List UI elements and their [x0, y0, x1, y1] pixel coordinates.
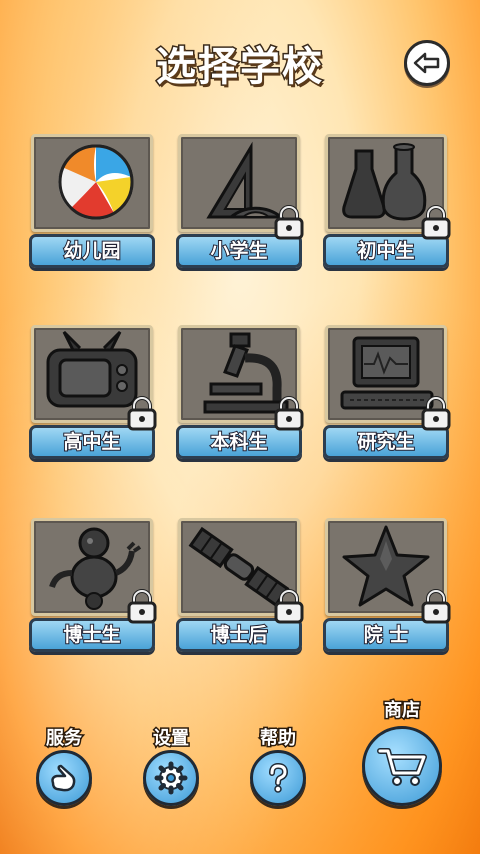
hand-pointer-icon: [51, 764, 76, 792]
school-label: 幼儿园: [29, 234, 155, 268]
school-tile-middle[interactable]: 初中生: [323, 134, 451, 272]
lock-icon: [421, 205, 451, 240]
school-tile-graduate[interactable]: 研究生: [323, 325, 451, 463]
school-tile-postdoc[interactable]: 博士后: [176, 518, 304, 656]
service-button[interactable]: [36, 750, 92, 806]
gear-icon: [154, 761, 188, 795]
school-tile-academician[interactable]: 院 士: [323, 518, 451, 656]
school-tile-kindergarten[interactable]: 幼儿园: [29, 134, 155, 272]
back-button[interactable]: [404, 40, 450, 86]
school-tile-phd[interactable]: 博士生: [29, 518, 157, 656]
service-label: 服务: [45, 727, 84, 751]
lock-icon: [127, 396, 157, 431]
lock-icon: [274, 589, 304, 624]
school-tile-primary[interactable]: 小学生: [176, 134, 304, 272]
settings-button[interactable]: [143, 750, 199, 806]
help-label: 帮助: [259, 727, 298, 751]
school-tile-undergraduate[interactable]: 本科生: [176, 325, 304, 463]
school-tile-high[interactable]: 高中生: [29, 325, 157, 463]
beach-ball-icon: [58, 144, 134, 220]
settings-label: 设置: [152, 727, 191, 751]
lock-icon: [421, 589, 451, 624]
tile-frame: [31, 134, 153, 232]
shop-button[interactable]: [362, 726, 442, 806]
back-arrow-icon: [413, 52, 440, 74]
lock-icon: [421, 396, 451, 431]
lock-icon: [274, 205, 304, 240]
help-button[interactable]: [250, 750, 306, 806]
lock-icon: [127, 589, 157, 624]
shop-label: 商店: [383, 699, 422, 723]
shopping-cart-icon: [377, 748, 427, 786]
question-mark-icon: [269, 762, 289, 793]
lock-icon: [274, 396, 304, 431]
